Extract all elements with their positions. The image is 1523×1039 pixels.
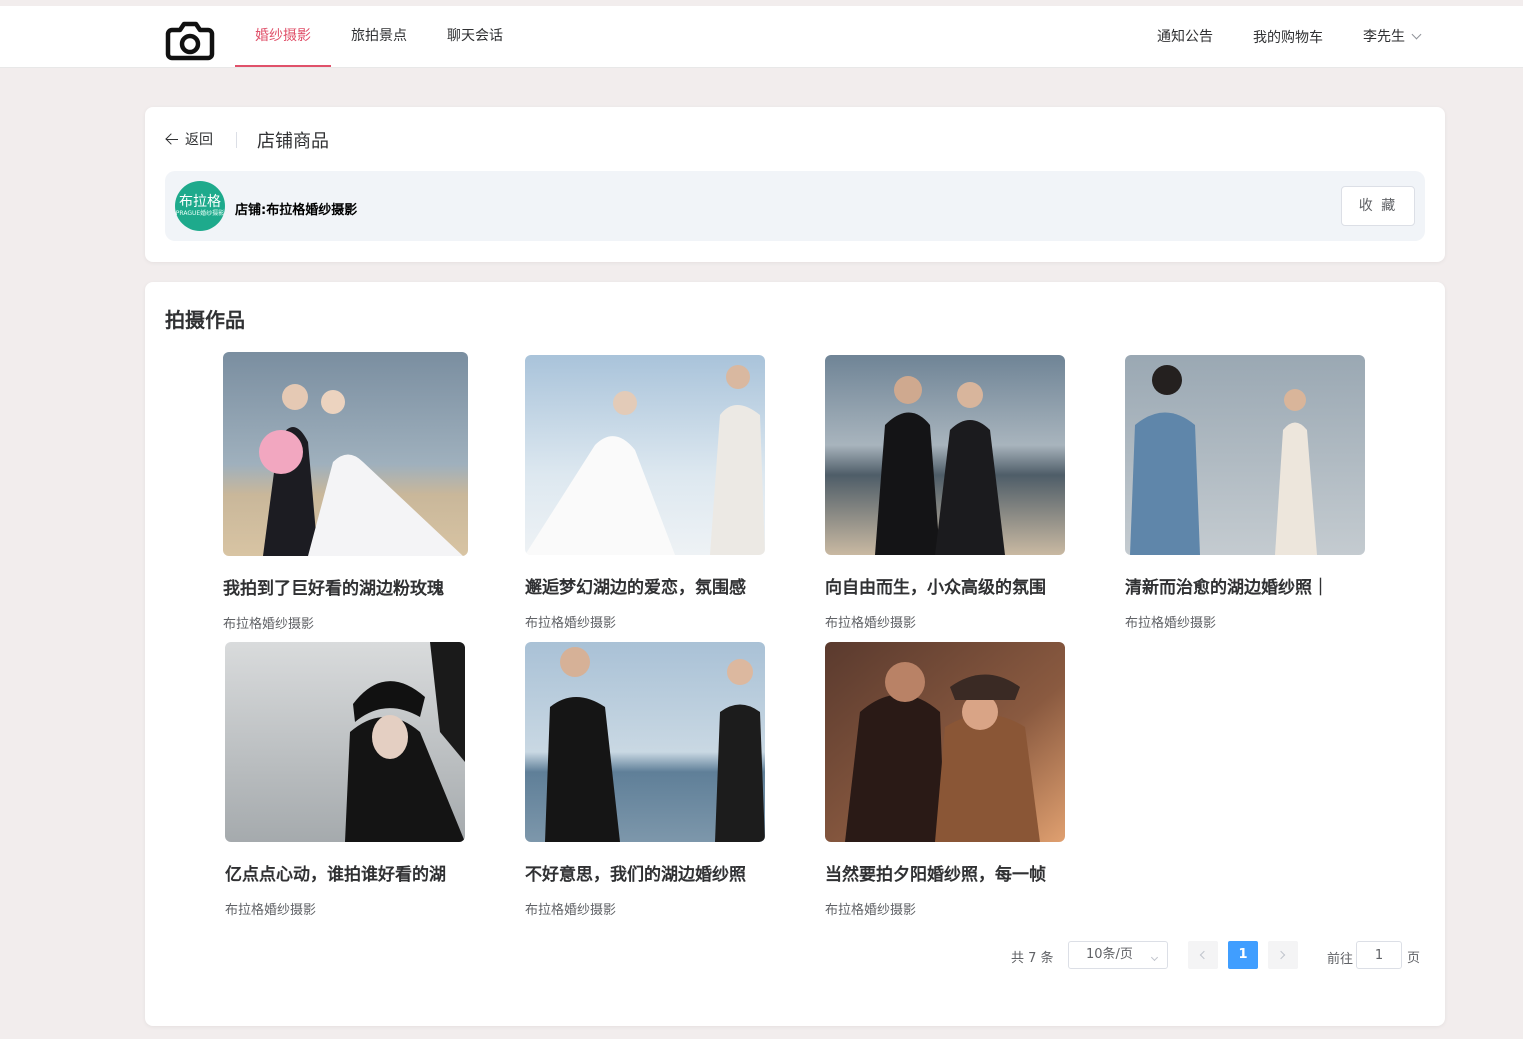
header-divider [236,132,237,148]
chevron-left-icon [1199,950,1209,960]
work-photo[interactable] [525,642,765,842]
work-photo[interactable] [225,642,465,842]
chevron-down-icon [1150,953,1159,962]
user-name: 李先生 [1363,29,1405,45]
work-shop-name: 布拉格婚纱摄影 [223,617,315,632]
work-shop-name: 布拉格婚纱摄影 [825,616,917,631]
work-shop-name: 布拉格婚纱摄影 [525,616,617,631]
work-title[interactable]: 清新而治愈的湖边婚纱照｜ [1125,573,1370,598]
work-title[interactable]: 不好意思，我们的湖边婚纱照 [525,860,770,885]
page-title: 店铺商品 [257,131,329,152]
shop-avatar[interactable]: 布拉格 PRAGUE婚纱摄影 [175,181,225,231]
work-photo[interactable] [825,642,1065,842]
shop-avatar-logo-subtext: PRAGUE婚纱摄影 [175,210,225,217]
work-card[interactable]: 亿点点心动，谁拍谁好看的湖 布拉格婚纱摄影 [225,642,470,918]
top-nav-bar: 婚纱摄影 旅拍景点 聊天会话 通知公告 我的购物车 李先生 [0,0,1523,68]
page-size-value: 10条/页 [1086,947,1133,962]
work-photo[interactable] [223,352,468,556]
work-photo[interactable] [525,355,765,555]
goto-label: 前往 [1327,952,1354,967]
pagination-total: 共 7 条 [1011,951,1054,966]
works-card: 拍摄作品 我拍到了巨好看的湖边粉玫瑰 布拉格婚纱摄影 邂逅梦幻湖边的爱恋，氛围感… [145,282,1445,1026]
work-card[interactable]: 我拍到了巨好看的湖边粉玫瑰 布拉格婚纱摄影 [223,352,468,632]
nav-tab-travel-spots[interactable]: 旅拍景点 [331,6,427,67]
goto-page-input[interactable] [1356,941,1402,969]
work-card[interactable]: 清新而治愈的湖边婚纱照｜ 布拉格婚纱摄影 [1125,355,1370,631]
work-shop-name: 布拉格婚纱摄影 [525,903,617,918]
work-card[interactable]: 邂逅梦幻湖边的爱恋，氛围感 布拉格婚纱摄影 [525,355,770,631]
back-label: 返回 [185,132,213,148]
work-card[interactable]: 向自由而生，小众高级的氛围 布拉格婚纱摄影 [825,355,1070,631]
work-title[interactable]: 邂逅梦幻湖边的爱恋，氛围感 [525,573,770,598]
section-title: 拍摄作品 [165,308,245,332]
shop-header-card: 返回 店铺商品 布拉格 PRAGUE婚纱摄影 店铺:布拉格婚纱摄影 收 藏 [145,107,1445,262]
work-title[interactable]: 亿点点心动，谁拍谁好看的湖 [225,860,470,885]
nav-notice-link[interactable]: 通知公告 [1157,6,1213,67]
shop-info-bar: 布拉格 PRAGUE婚纱摄影 店铺:布拉格婚纱摄影 收 藏 [165,171,1425,241]
back-button[interactable]: 返回 [165,129,213,149]
camera-logo-icon[interactable] [164,14,216,62]
nav-cart-link[interactable]: 我的购物车 [1253,7,1323,68]
page-size-select[interactable]: 10条/页 [1068,941,1168,969]
page-number-current[interactable]: 1 [1228,941,1258,969]
prev-page-button[interactable] [1188,941,1218,969]
user-menu[interactable]: 李先生 [1363,6,1422,67]
chevron-right-icon [1276,950,1286,960]
page-unit-label: 页 [1407,951,1421,966]
work-title[interactable]: 我拍到了巨好看的湖边粉玫瑰 [223,574,468,599]
work-card[interactable]: 不好意思，我们的湖边婚纱照 布拉格婚纱摄影 [525,642,770,918]
work-shop-name: 布拉格婚纱摄影 [825,903,917,918]
favorite-button[interactable]: 收 藏 [1341,186,1415,226]
work-title[interactable]: 当然要拍夕阳婚纱照，每一帧 [825,860,1070,885]
nav-tab-chat[interactable]: 聊天会话 [427,6,523,67]
next-page-button[interactable] [1268,941,1298,969]
nav-tab-wedding-photography[interactable]: 婚纱摄影 [235,6,331,67]
shop-name: 店铺:布拉格婚纱摄影 [235,203,358,218]
chevron-down-icon [1411,29,1422,40]
work-title[interactable]: 向自由而生，小众高级的氛围 [825,573,1070,598]
work-card[interactable]: 当然要拍夕阳婚纱照，每一帧 布拉格婚纱摄影 [825,642,1070,918]
work-shop-name: 布拉格婚纱摄影 [1125,616,1217,631]
work-photo[interactable] [1125,355,1365,555]
work-shop-name: 布拉格婚纱摄影 [225,903,317,918]
work-photo[interactable] [825,355,1065,555]
shop-avatar-logo-text: 布拉格 [179,194,221,210]
arrow-left-icon [165,132,179,146]
